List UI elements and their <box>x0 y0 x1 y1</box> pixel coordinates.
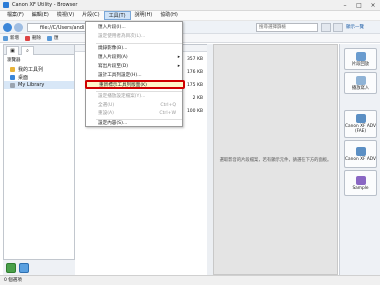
tree-item-library[interactable]: My Library <box>4 81 74 89</box>
canon-adv-button[interactable]: Canon XF ADV <box>344 140 377 168</box>
tab-search[interactable]: ⌕ <box>21 46 34 55</box>
menu-item-toolbar-settings[interactable]: 設計工具列設定(H)... <box>86 72 184 80</box>
tools-dropdown-menu: 匯入片段(I)... 設定使用者為目次(L)... 燒錄影像(B)... 匯入片… <box>85 21 185 128</box>
menu-item-playback-settings[interactable]: 設定播放設定檔案(Y)... <box>86 93 184 101</box>
navigation-pane: ▣ ⌕ 瀏覽器 我的工具列 桌面 My Library <box>3 44 75 275</box>
menu-edit[interactable]: 編輯(E) <box>28 11 53 20</box>
library-icon <box>10 82 15 88</box>
menu-file[interactable]: 檔案(F) <box>3 11 28 20</box>
delete-icon <box>25 35 30 41</box>
menu-item-reset[interactable]: 重設(A) Ctrl+W <box>86 110 184 118</box>
search-icon[interactable] <box>321 23 331 32</box>
clip-playback-button[interactable]: 片段回放 <box>344 48 377 70</box>
status-bar: 0 個選項 <box>0 275 380 285</box>
toolbar: 新增 刪除 匯 更新 <box>0 34 380 43</box>
camera-icon <box>355 114 366 123</box>
tree-item-desktop[interactable]: 桌面 <box>4 73 74 81</box>
menu-bar: 檔案(F) 編輯(E) 檢視(V) 片段(C) 工具(T) 說明(H) 協助(H… <box>0 11 380 21</box>
view-toggle-icon[interactable] <box>333 23 343 32</box>
close-button[interactable]: × <box>366 0 380 11</box>
desktop-icon <box>10 74 15 80</box>
camera-icon <box>355 146 366 156</box>
pane-footer <box>3 259 75 275</box>
submenu-arrow-icon: ▸ <box>177 64 180 69</box>
maximize-button[interactable]: □ <box>352 0 366 11</box>
preview-area: 選取影音的片段檔案，若有顯示元件，請選在下方的面板。 <box>213 44 338 275</box>
address-bar: file://C/Users/andi 搜尋選擇篩檢 顯示一覽 <box>0 21 380 34</box>
app-icon <box>3 2 9 8</box>
menu-item-burn[interactable]: 燒錄影像(B)... <box>86 45 184 53</box>
menu-item-import[interactable]: 匯入片段(I)... <box>86 24 184 32</box>
menu-help[interactable]: 協助(H) <box>156 11 182 20</box>
menu-item-reset-toolbar[interactable]: 重新標示工具列版面(K) <box>85 80 185 89</box>
write-icon <box>355 75 366 85</box>
menu-item-import-to[interactable]: 匯入片段到(A) ▸ <box>86 54 184 62</box>
tab-folders[interactable]: ▣ <box>6 46 19 55</box>
file-size: 357 KB <box>186 57 203 62</box>
menu-item-set-user[interactable]: 設定使用者為目次(L)... <box>86 33 184 41</box>
submenu-arrow-icon: ▸ <box>177 55 180 60</box>
import-icon <box>47 35 52 41</box>
folder-icon <box>10 66 15 72</box>
canon-adv-fae-button[interactable]: Canon XF ADV (FAE) <box>344 110 377 138</box>
preview-message: 選取影音的片段檔案，若有顯示元件，請選在下方的面板。 <box>219 157 332 163</box>
file-size: 100 KB <box>186 109 203 114</box>
display-list-label[interactable]: 顯示一覽 <box>346 24 364 30</box>
toolbar-import[interactable]: 匯 <box>47 35 59 41</box>
menu-separator <box>96 91 182 92</box>
back-icon[interactable] <box>3 23 12 32</box>
menu-item-export-to[interactable]: 寫出片段至(D) ▸ <box>86 63 184 71</box>
menu-clip[interactable]: 片段(C) <box>78 11 103 20</box>
toolbar-new[interactable]: 新增 <box>3 35 19 41</box>
new-icon <box>3 35 8 41</box>
menu-tools[interactable]: 工具(T) <box>103 11 131 20</box>
minimize-button[interactable]: – <box>338 0 352 11</box>
file-size: 175 KB <box>186 83 203 88</box>
playback-icon <box>355 51 366 61</box>
card-icon[interactable] <box>19 263 29 273</box>
menu-settings[interactable]: 說明(H) <box>131 11 157 20</box>
sample-icon <box>355 175 366 185</box>
menu-item-preferences[interactable]: 設定內容(S)... <box>86 120 184 128</box>
forward-icon[interactable] <box>14 23 23 32</box>
file-size: 2 KB <box>192 96 203 101</box>
title-bar: Canon XF Utility - Browser – □ × <box>0 0 380 11</box>
menu-item-select-all[interactable]: 全選(U) Ctrl+Q <box>86 102 184 110</box>
tree-header: 瀏覽器 <box>7 58 21 63</box>
search-input[interactable]: 搜尋選擇篩檢 <box>256 23 318 32</box>
sample-button[interactable]: Sample <box>344 170 377 196</box>
tree-item-toolbar[interactable]: 我的工具列 <box>4 65 74 73</box>
menu-separator <box>96 43 182 44</box>
write-playback-button[interactable]: 播放寫入 <box>344 72 377 94</box>
camera-icon[interactable] <box>6 263 16 273</box>
right-toolbar: 片段回放 播放寫入 Canon XF ADV (FAE) Canon XF AD… <box>339 44 380 275</box>
file-size: 176 KB <box>186 70 203 75</box>
window-title: Canon XF Utility - Browser <box>12 2 78 8</box>
toolbar-delete[interactable]: 刪除 <box>25 35 41 41</box>
menu-view[interactable]: 檢視(V) <box>53 11 78 20</box>
